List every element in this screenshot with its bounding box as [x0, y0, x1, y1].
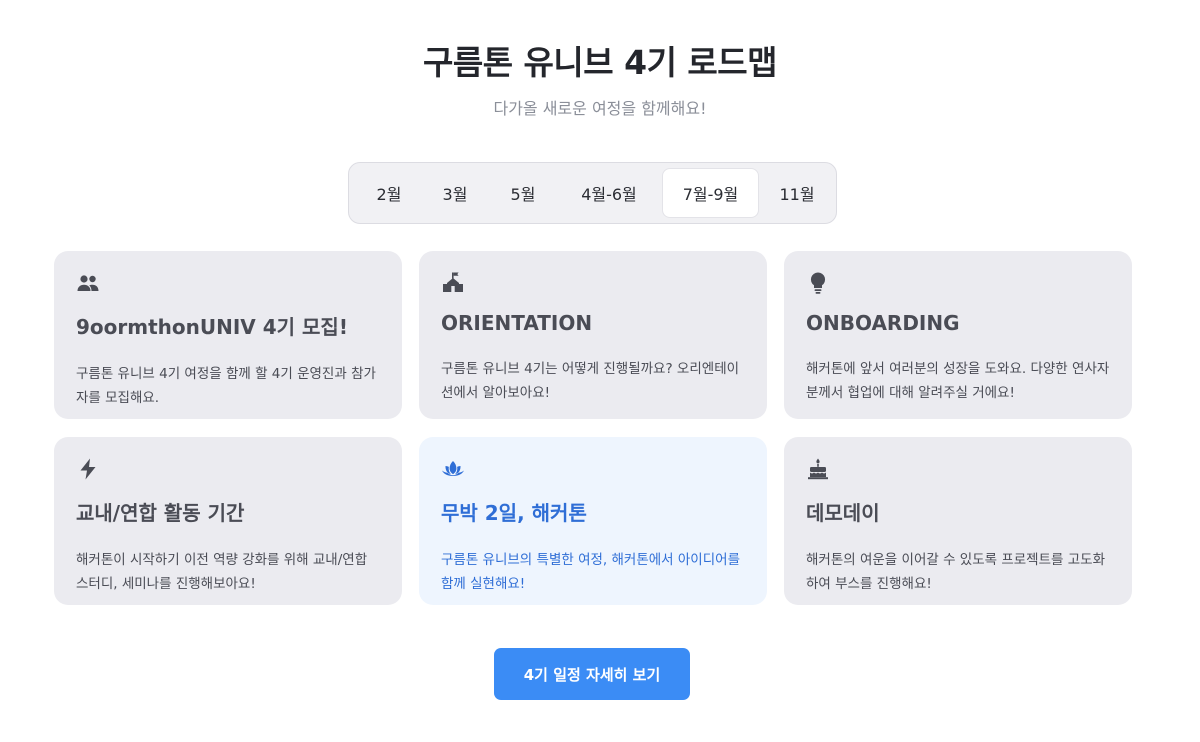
lotus-icon — [441, 457, 465, 481]
page-subtitle: 다가올 새로운 여정을 함께해요! — [493, 99, 707, 118]
roadmap-card-demoday[interactable]: 데모데이 해커톤의 여운을 이어갈 수 있도록 프로젝트를 고도화하여 부스를 … — [784, 437, 1132, 605]
card-description: 구름톤 유니브 4기 여정을 함께 할 4기 운영진과 참가자를 모집해요. — [76, 366, 376, 406]
page-title: 구름톤 유니브 4기 로드맵 — [422, 43, 778, 82]
roadmap-card-hackathon[interactable]: 무박 2일, 해커톤 구름톤 유니브의 특별한 여정, 해커톤에서 아이디어를 … — [419, 437, 767, 605]
people-icon — [76, 271, 100, 295]
view-schedule-button[interactable]: 4기 일정 자세히 보기 — [494, 648, 690, 700]
card-description: 해커톤이 시작하기 이전 역량 강화를 위해 교내/연합 스터디, 세미나를 진… — [76, 552, 368, 592]
roadmap-card-activity[interactable]: 교내/연합 활동 기간 해커톤이 시작하기 이전 역량 강화를 위해 교내/연합… — [54, 437, 402, 605]
school-icon — [441, 271, 465, 295]
roadmap-card-orientation[interactable]: ORIENTATION 구름톤 유니브 4기는 어떻게 진행될까요? 오리엔테이… — [419, 251, 767, 419]
tab-feb[interactable]: 2월 — [354, 168, 424, 218]
card-title: 9oormthonUNIV 4기 모집! — [76, 315, 348, 339]
tab-mar[interactable]: 3월 — [421, 168, 489, 218]
card-description: 구름톤 유니브의 특별한 여정, 해커톤에서 아이디어를 함께 실현해요! — [441, 552, 740, 592]
tab-nov[interactable]: 11월 — [763, 168, 831, 218]
card-title: 무박 2일, 해커톤 — [441, 501, 587, 525]
card-title: 데모데이 — [806, 501, 880, 525]
roadmap-card-onboarding[interactable]: ONBOARDING 해커톤에 앞서 여러분의 성장을 도와요. 다양한 연사자… — [784, 251, 1132, 419]
tab-may[interactable]: 5월 — [489, 168, 557, 218]
card-description: 해커톤의 여운을 이어갈 수 있도록 프로젝트를 고도화하여 부스를 진행해요! — [806, 552, 1105, 592]
cake-icon — [806, 457, 830, 481]
tab-apr-jun[interactable]: 4월-6월 — [559, 168, 659, 218]
tab-jul-sep[interactable]: 7월-9월 — [662, 168, 759, 218]
lightbulb-icon — [806, 271, 830, 295]
card-title: ORIENTATION — [441, 311, 593, 335]
lightning-icon — [76, 457, 100, 481]
card-description: 해커톤에 앞서 여러분의 성장을 도와요. 다양한 연사자분께서 협업에 대해 … — [806, 361, 1110, 401]
roadmap-card-recruit[interactable]: 9oormthonUNIV 4기 모집! 구름톤 유니브 4기 여정을 함께 할… — [54, 251, 402, 419]
card-title: ONBOARDING — [806, 311, 960, 335]
card-title: 교내/연합 활동 기간 — [76, 501, 245, 525]
card-description: 구름톤 유니브 4기는 어떻게 진행될까요? 오리엔테이션에서 알아보아요! — [441, 361, 740, 401]
month-tab-bar: 2월 3월 5월 4월-6월 7월-9월 11월 — [348, 162, 837, 224]
